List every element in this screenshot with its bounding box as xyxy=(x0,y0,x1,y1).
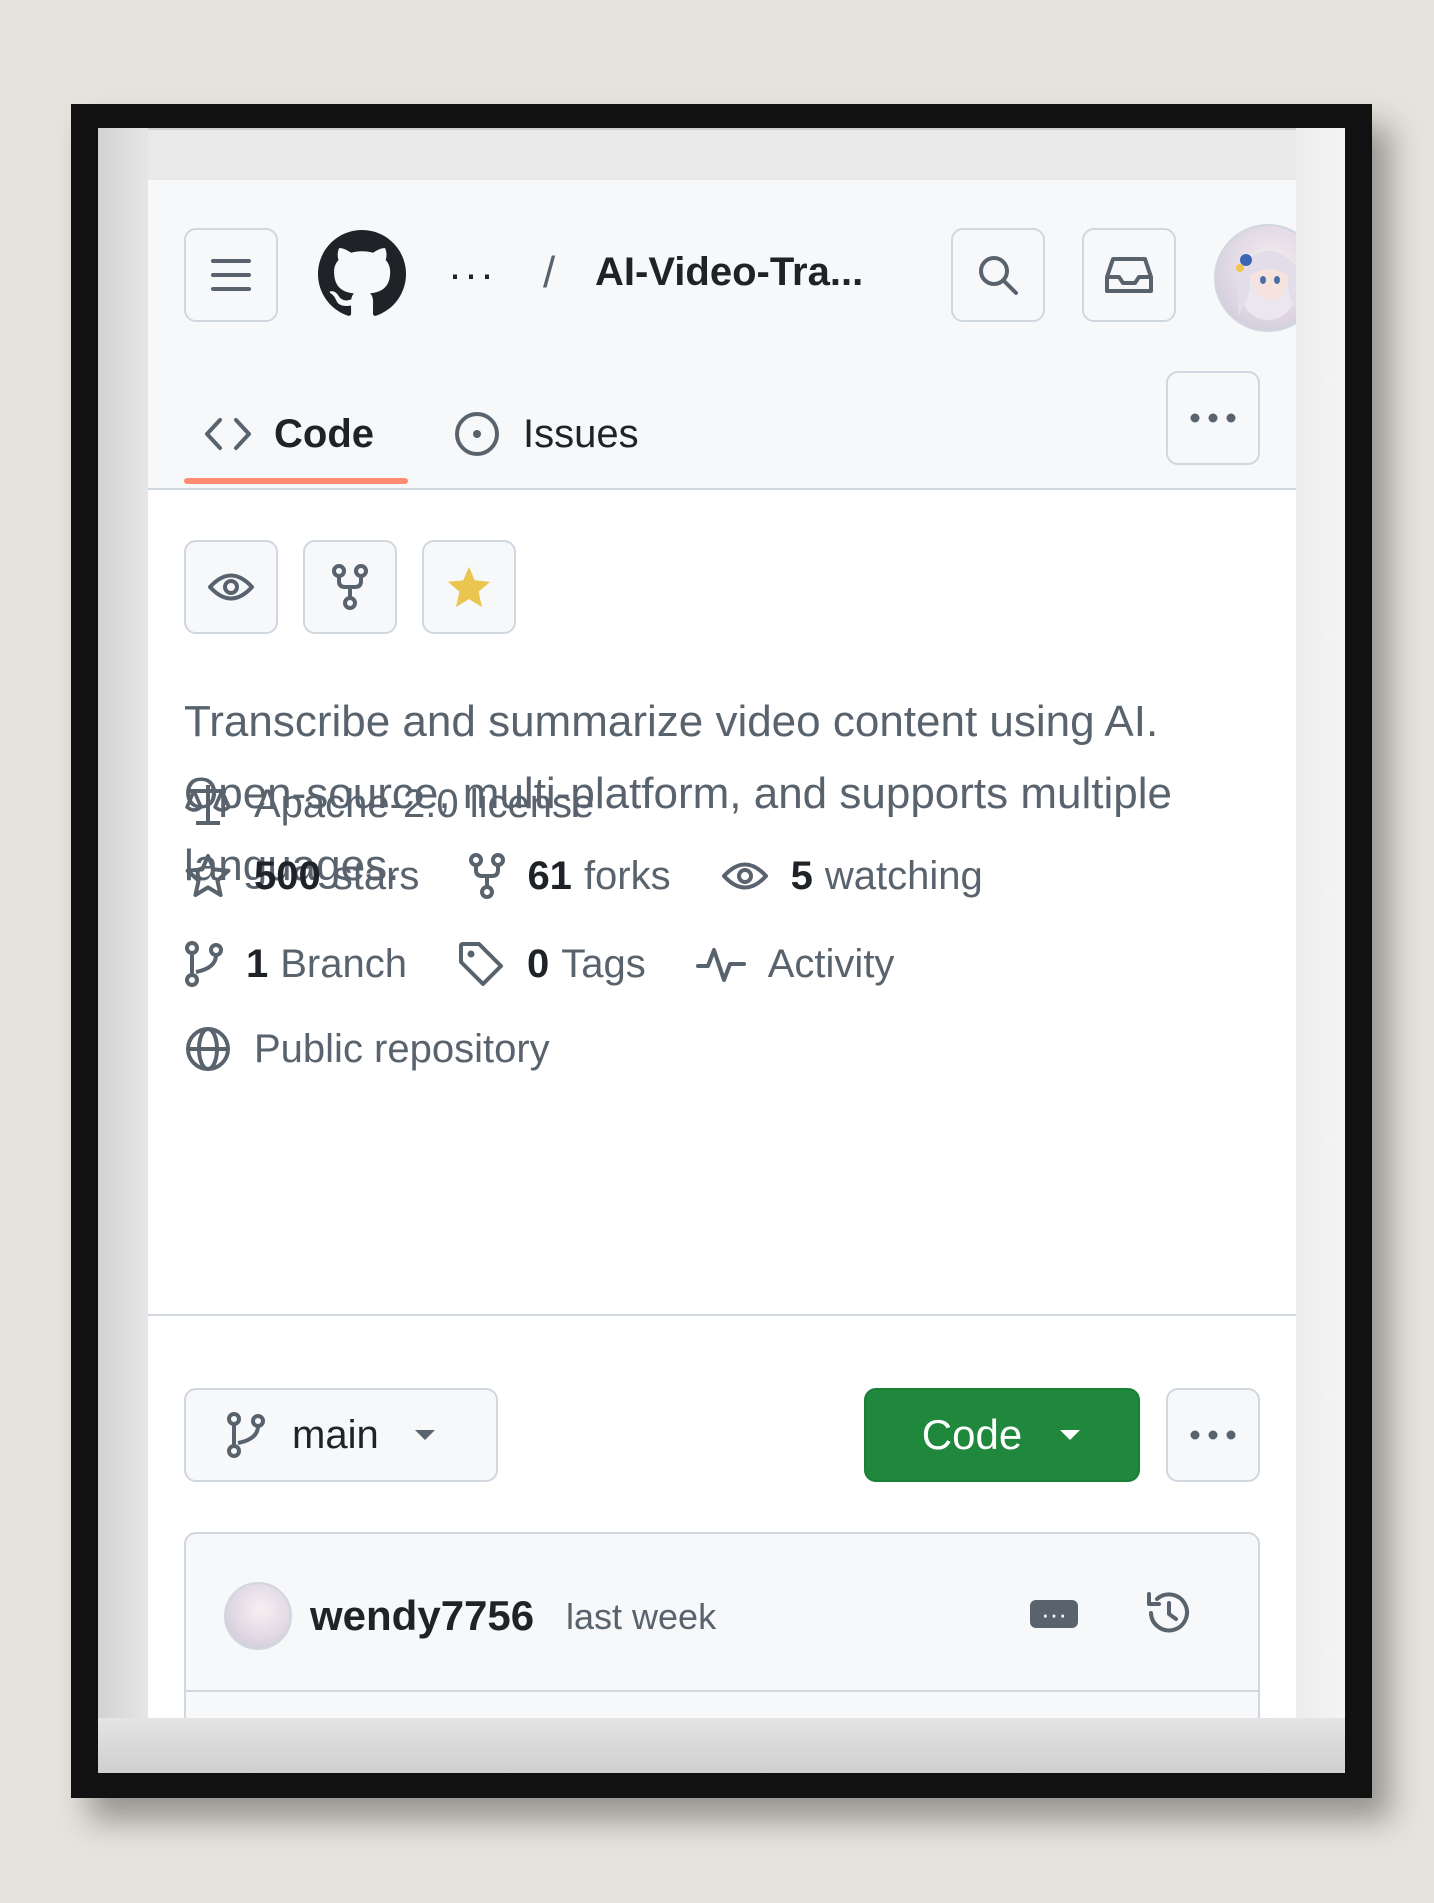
kebab-horizontal-icon xyxy=(1190,1430,1236,1440)
branch-count: 1 xyxy=(246,941,269,986)
git-branch-icon xyxy=(185,941,223,987)
visibility-item: Public repository xyxy=(184,1025,550,1073)
forks-count: 61 xyxy=(527,853,572,898)
eye-icon xyxy=(721,862,768,890)
history-icon[interactable] xyxy=(1141,1588,1193,1638)
watching-link[interactable]: 5 watching xyxy=(721,854,983,899)
triangle-down-icon xyxy=(414,1430,435,1440)
commit-time: last week xyxy=(566,1596,717,1637)
active-tab-indicator xyxy=(184,478,408,484)
hamburger-icon xyxy=(211,259,251,291)
refs-row: 1 Branch 0 Tags Activity xyxy=(184,940,944,988)
github-logo-icon[interactable] xyxy=(318,230,406,318)
stars-count: 500 xyxy=(254,853,321,898)
globe-icon xyxy=(186,1027,230,1071)
code-dropdown-button[interactable]: Code xyxy=(864,1388,1140,1482)
tags-label: Tags xyxy=(561,941,646,986)
issue-opened-icon xyxy=(455,412,499,456)
stars-link[interactable]: 500 stars xyxy=(184,853,419,899)
forks-link[interactable]: 61 forks xyxy=(469,852,671,900)
tag-icon xyxy=(459,942,503,986)
ellipsis-icon: ··· xyxy=(1041,1599,1067,1629)
breadcrumb-separator: / xyxy=(543,248,556,297)
tags-link[interactable]: 0 Tags xyxy=(457,940,646,988)
license-label: Apache-2.0 license xyxy=(254,782,595,826)
code-icon xyxy=(205,418,251,450)
inbox-button[interactable] xyxy=(1082,228,1176,322)
commit-message-toggle-button[interactable]: ··· xyxy=(1030,1600,1078,1628)
star-fill-icon xyxy=(447,566,491,608)
kebab-horizontal-icon xyxy=(1190,413,1236,423)
repo-title[interactable]: AI-Video-Tra... xyxy=(595,250,863,295)
tab-issues-label: Issues xyxy=(523,411,639,456)
breadcrumb-ellipsis[interactable]: ··· xyxy=(448,250,496,298)
phone-screen: ··· / AI-Video-Tra... Code Issues Transc… xyxy=(148,180,1296,1718)
frame-mat-shade xyxy=(98,128,148,1773)
branch-select-button[interactable]: main xyxy=(184,1388,498,1482)
repo-tabs: Code Issues xyxy=(148,380,1296,488)
fork-button[interactable] xyxy=(303,540,397,634)
eye-icon xyxy=(208,573,254,601)
code-button-label: Code xyxy=(921,1411,1023,1458)
repo-forked-icon xyxy=(332,564,368,610)
visibility-row: Public repository xyxy=(184,1025,600,1073)
latest-commit-box: wendy7756 last week ··· xyxy=(184,1532,1260,1718)
menu-button[interactable] xyxy=(184,228,278,322)
frame-mat-shade xyxy=(98,1718,1345,1773)
tab-code-label: Code xyxy=(274,411,374,456)
star-icon xyxy=(185,854,231,897)
branches-link[interactable]: 1 Branch xyxy=(184,940,407,988)
activity-link[interactable]: Activity xyxy=(695,941,895,987)
tags-count: 0 xyxy=(527,941,550,986)
branch-name: main xyxy=(292,1412,379,1457)
search-icon xyxy=(979,256,1018,295)
stars-label: stars xyxy=(332,853,420,898)
pulse-icon xyxy=(695,948,746,982)
commit-author-avatar[interactable] xyxy=(224,1582,292,1650)
star-button[interactable] xyxy=(422,540,516,634)
tab-issues[interactable]: Issues xyxy=(453,380,639,488)
avatar-portrait-icon xyxy=(1236,248,1296,320)
repo-header: ··· / AI-Video-Tra... Code Issues xyxy=(148,180,1296,490)
more-actions-button[interactable] xyxy=(1166,1388,1260,1482)
section-divider xyxy=(148,1314,1296,1316)
watching-label: watching xyxy=(824,853,983,898)
watch-button[interactable] xyxy=(184,540,278,634)
user-avatar[interactable] xyxy=(1214,224,1296,332)
more-tabs-button[interactable] xyxy=(1166,371,1260,465)
license-link[interactable]: Apache-2.0 license xyxy=(184,782,594,827)
frame-mat-shade xyxy=(1296,128,1345,1773)
license-row: Apache-2.0 license xyxy=(184,782,644,827)
stats-row: 500 stars 61 forks 5 watching xyxy=(184,852,1033,900)
inbox-icon xyxy=(1105,257,1153,293)
repo-forked-icon xyxy=(469,853,506,899)
git-branch-icon xyxy=(227,1412,265,1458)
triangle-down-icon xyxy=(1060,1430,1081,1440)
branch-label: Branch xyxy=(280,941,407,986)
watching-count: 5 xyxy=(790,853,813,898)
tab-code[interactable]: Code xyxy=(204,380,374,488)
search-button[interactable] xyxy=(951,228,1045,322)
forks-label: forks xyxy=(583,853,671,898)
law-icon xyxy=(185,784,231,825)
commit-box-divider xyxy=(186,1690,1258,1692)
activity-label: Activity xyxy=(767,941,895,986)
commit-author[interactable]: wendy7756 xyxy=(310,1592,534,1640)
visibility-label: Public repository xyxy=(254,1026,550,1071)
